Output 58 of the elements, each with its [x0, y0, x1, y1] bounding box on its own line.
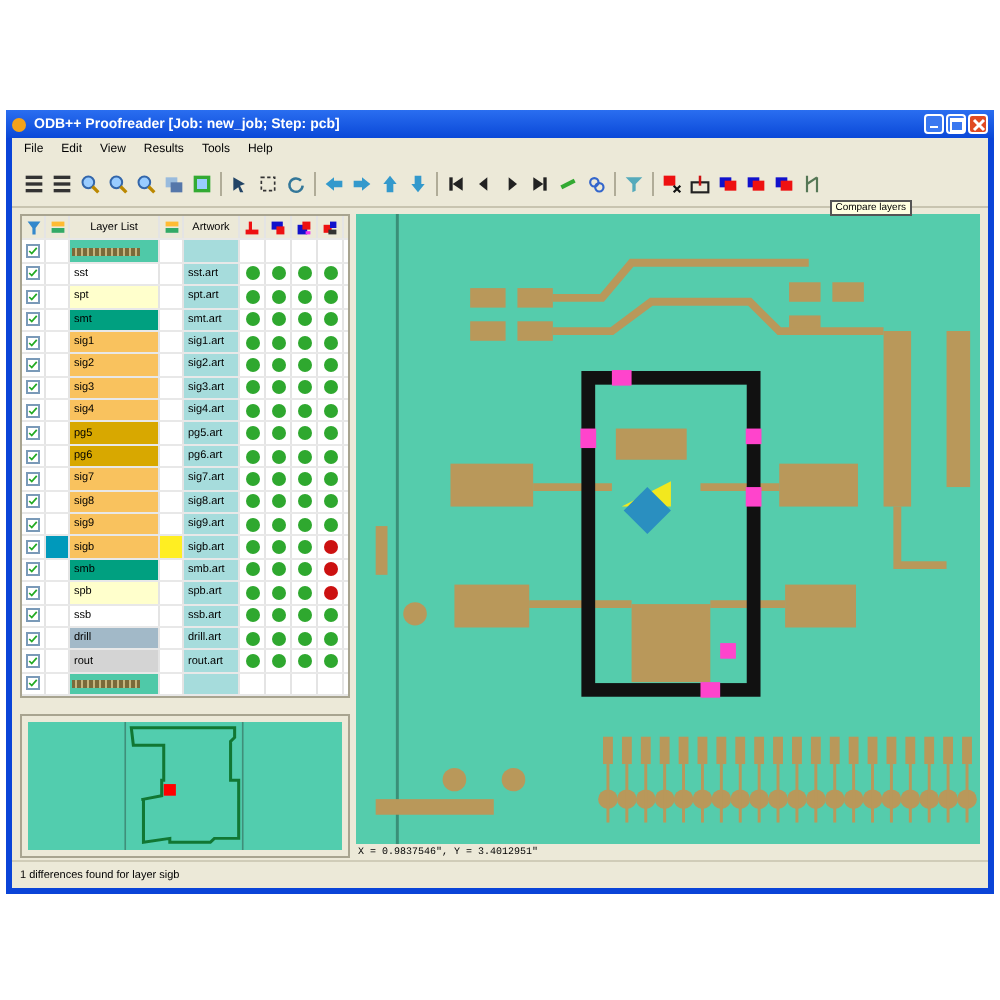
- select-icon[interactable]: [258, 174, 278, 194]
- checkbox[interactable]: [26, 494, 40, 509]
- layers-compare-icon[interactable]: [322, 219, 338, 236]
- connector-cell[interactable]: [70, 240, 160, 262]
- layer-stack-icon[interactable]: [244, 219, 260, 236]
- layers-icon[interactable]: [49, 219, 65, 236]
- checkbox[interactable]: [26, 631, 40, 646]
- diff-icon[interactable]: [662, 174, 682, 194]
- zoom-in-icon[interactable]: [80, 174, 100, 194]
- refresh-icon[interactable]: [286, 174, 306, 194]
- board-overview-drawing[interactable]: [28, 722, 342, 850]
- export-icon[interactable]: [690, 174, 710, 194]
- checkbox[interactable]: [26, 357, 40, 372]
- layers-compare-icon[interactable]: [270, 219, 286, 236]
- first-icon[interactable]: [446, 174, 466, 194]
- checkbox[interactable]: [26, 608, 40, 623]
- right-arrow-icon[interactable]: [352, 174, 372, 194]
- checkbox[interactable]: [26, 312, 40, 327]
- checkbox[interactable]: [26, 266, 40, 281]
- window-icon[interactable]: [164, 174, 184, 194]
- pointer-icon[interactable]: [230, 174, 250, 194]
- connector-icon: [70, 677, 142, 690]
- checkbox[interactable]: [26, 585, 40, 600]
- last-icon[interactable]: [530, 174, 550, 194]
- down-arrow-icon[interactable]: [408, 174, 428, 194]
- checkbox[interactable]: [26, 654, 40, 669]
- left-arrow-icon[interactable]: [324, 174, 344, 194]
- checkbox[interactable]: [26, 676, 40, 691]
- checkbox[interactable]: [26, 449, 40, 464]
- pcb-layout-drawing[interactable]: [356, 214, 980, 844]
- zoom-out-icon[interactable]: [136, 174, 156, 194]
- connector-icon: [70, 245, 142, 258]
- close-button[interactable]: [968, 114, 988, 134]
- funnel-icon[interactable]: [25, 219, 41, 236]
- checkbox[interactable]: [26, 289, 40, 304]
- checkbox[interactable]: [26, 244, 40, 259]
- checkbox[interactable]: [26, 335, 40, 350]
- checkbox[interactable]: [26, 540, 40, 555]
- fit-icon[interactable]: [192, 174, 212, 194]
- checkbox[interactable]: [26, 380, 40, 395]
- checkbox[interactable]: [26, 403, 40, 418]
- list-icon[interactable]: [52, 174, 72, 194]
- checkbox[interactable]: [26, 471, 40, 486]
- maximize-button[interactable]: [946, 114, 966, 134]
- checkbox[interactable]: [26, 426, 40, 441]
- up-arrow-icon[interactable]: [380, 174, 400, 194]
- checkbox[interactable]: [26, 517, 40, 532]
- layers-compare-icon[interactable]: [296, 219, 312, 236]
- connector-cell[interactable]: [70, 673, 160, 695]
- funnel-icon[interactable]: [624, 174, 644, 194]
- link-icon[interactable]: [586, 174, 606, 194]
- layers-icon[interactable]: [163, 219, 179, 236]
- branch-icon[interactable]: [802, 174, 822, 194]
- list-icon[interactable]: [24, 174, 44, 194]
- zoom-out-icon[interactable]: [108, 174, 128, 194]
- minimize-button[interactable]: [924, 114, 944, 134]
- checkbox[interactable]: [26, 562, 40, 577]
- app-icon: [12, 117, 26, 131]
